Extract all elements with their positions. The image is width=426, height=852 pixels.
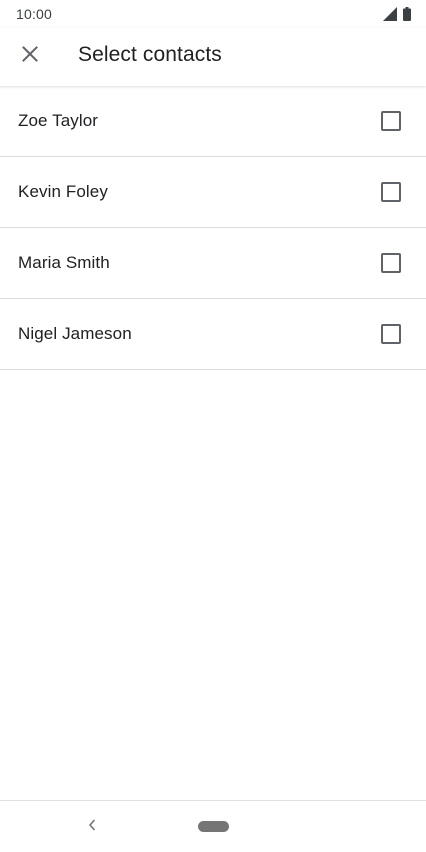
home-pill-icon[interactable]	[198, 821, 229, 832]
contact-checkbox[interactable]	[381, 253, 401, 273]
signal-icon	[383, 7, 397, 21]
contact-row[interactable]: Zoe Taylor	[0, 86, 426, 157]
status-icons	[383, 7, 411, 21]
close-button[interactable]	[8, 34, 52, 78]
status-bar: 10:00	[0, 0, 426, 28]
contact-checkbox[interactable]	[381, 324, 401, 344]
contact-row[interactable]: Maria Smith	[0, 228, 426, 299]
contact-name: Nigel Jameson	[18, 324, 132, 343]
contact-row[interactable]: Kevin Foley	[0, 157, 426, 228]
battery-icon	[403, 7, 411, 21]
back-button[interactable]	[78, 813, 106, 841]
screen: 10:00 Select contacts Zoe Taylor Kevin F…	[0, 0, 426, 852]
page-title: Select contacts	[78, 43, 222, 66]
close-icon	[22, 45, 38, 67]
app-bar: Select contacts	[0, 28, 426, 86]
contact-list: Zoe Taylor Kevin Foley Maria Smith Nigel…	[0, 86, 426, 370]
back-chevron-icon	[88, 818, 96, 836]
contact-checkbox[interactable]	[381, 182, 401, 202]
contact-name: Kevin Foley	[18, 182, 108, 201]
status-time: 10:00	[16, 6, 53, 22]
navigation-bar	[0, 800, 426, 852]
contact-name: Zoe Taylor	[18, 111, 99, 130]
contact-checkbox[interactable]	[381, 111, 401, 131]
contact-row[interactable]: Nigel Jameson	[0, 299, 426, 370]
contact-name: Maria Smith	[18, 253, 110, 272]
